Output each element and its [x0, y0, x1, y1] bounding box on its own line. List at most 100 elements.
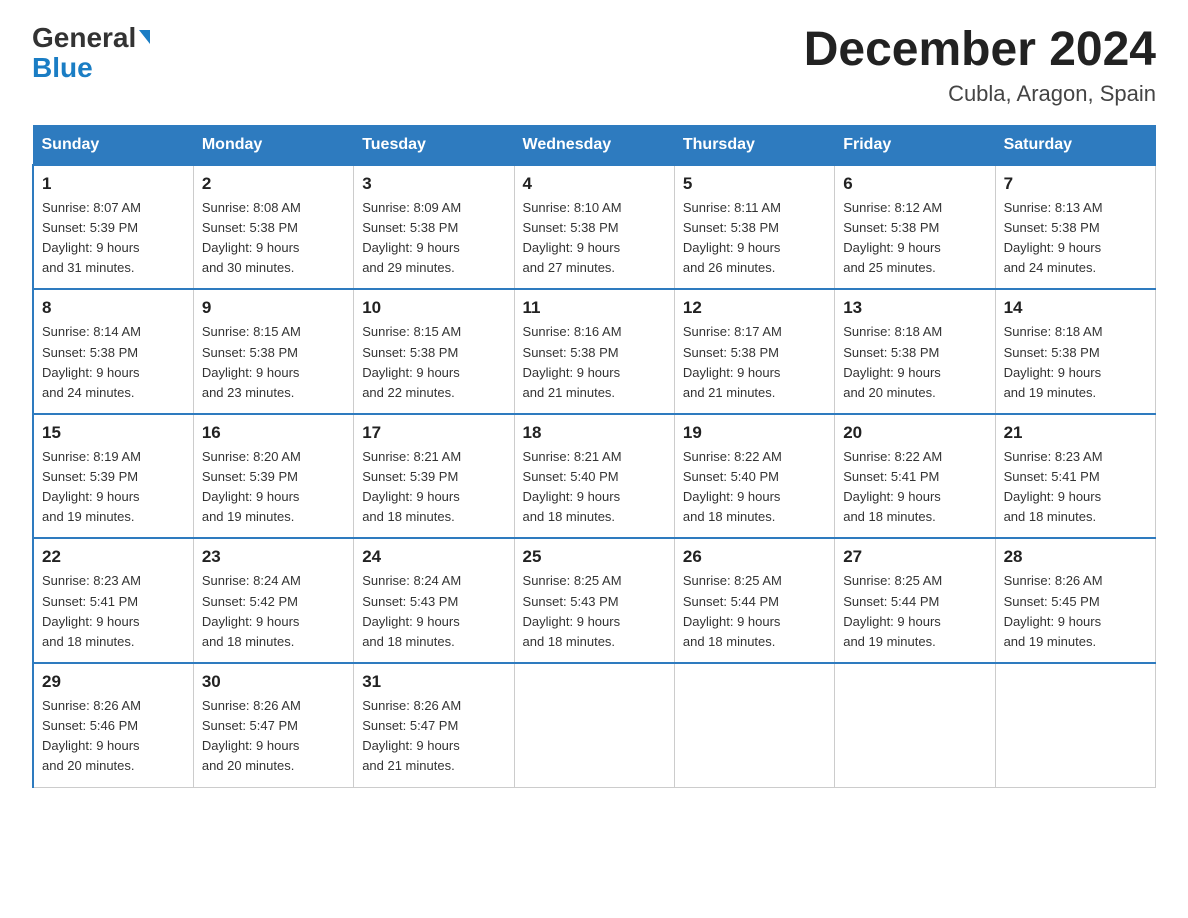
calendar-week-row: 15 Sunrise: 8:19 AMSunset: 5:39 PMDayligh… [33, 414, 1156, 539]
day-number: 6 [843, 174, 986, 194]
calendar-cell: 19 Sunrise: 8:22 AMSunset: 5:40 PMDayligh… [674, 414, 834, 539]
calendar-cell: 26Sunrise: 8:25 AMSunset: 5:44 PMDayligh… [674, 538, 834, 663]
day-number: 22 [42, 547, 185, 567]
calendar-week-row: 8 Sunrise: 8:14 AMSunset: 5:38 PMDaylight… [33, 289, 1156, 414]
calendar-cell: 22Sunrise: 8:23 AMSunset: 5:41 PMDayligh… [33, 538, 193, 663]
calendar-cell: 30 Sunrise: 8:26 AMSunset: 5:47 PMDayligh… [193, 663, 353, 787]
calendar-cell: 10 Sunrise: 8:15 AMSunset: 5:38 PMDayligh… [354, 289, 514, 414]
calendar-cell: 16Sunrise: 8:20 AMSunset: 5:39 PMDayligh… [193, 414, 353, 539]
calendar-cell: 5 Sunrise: 8:11 AMSunset: 5:38 PMDaylight… [674, 165, 834, 290]
day-info: Sunrise: 8:24 AMSunset: 5:43 PMDaylight:… [362, 571, 505, 652]
day-number: 10 [362, 298, 505, 318]
day-info: Sunrise: 8:12 AMSunset: 5:38 PMDaylight:… [843, 198, 986, 279]
calendar-cell [835, 663, 995, 787]
calendar-cell: 31 Sunrise: 8:26 AMSunset: 5:47 PMDayligh… [354, 663, 514, 787]
day-number: 17 [362, 423, 505, 443]
calendar-cell [514, 663, 674, 787]
day-number: 11 [523, 298, 666, 318]
calendar-cell: 11 Sunrise: 8:16 AMSunset: 5:38 PMDayligh… [514, 289, 674, 414]
page-header: General Blue December 2024 Cubla, Aragon… [32, 24, 1156, 107]
calendar-cell: 13 Sunrise: 8:18 AMSunset: 5:38 PMDayligh… [835, 289, 995, 414]
day-number: 31 [362, 672, 505, 692]
header-saturday: Saturday [995, 125, 1155, 165]
day-number: 2 [202, 174, 345, 194]
day-number: 25 [523, 547, 666, 567]
calendar-body: 1 Sunrise: 8:07 AMSunset: 5:39 PMDaylight… [33, 165, 1156, 787]
day-info: Sunrise: 8:10 AMSunset: 5:38 PMDaylight:… [523, 198, 666, 279]
day-number: 4 [523, 174, 666, 194]
calendar-cell: 12 Sunrise: 8:17 AMSunset: 5:38 PMDayligh… [674, 289, 834, 414]
day-number: 5 [683, 174, 826, 194]
calendar-week-row: 1 Sunrise: 8:07 AMSunset: 5:39 PMDaylight… [33, 165, 1156, 290]
calendar-table: Sunday Monday Tuesday Wednesday Thursday… [32, 125, 1156, 788]
calendar-cell: 8 Sunrise: 8:14 AMSunset: 5:38 PMDaylight… [33, 289, 193, 414]
calendar-cell: 7Sunrise: 8:13 AMSunset: 5:38 PMDaylight… [995, 165, 1155, 290]
calendar-cell: 29 Sunrise: 8:26 AMSunset: 5:46 PMDayligh… [33, 663, 193, 787]
day-info: Sunrise: 8:26 AMSunset: 5:47 PMDaylight:… [202, 696, 345, 777]
title-block: December 2024 Cubla, Aragon, Spain [804, 24, 1156, 107]
logo-general-text: General [32, 24, 136, 52]
calendar-cell: 4 Sunrise: 8:10 AMSunset: 5:38 PMDaylight… [514, 165, 674, 290]
calendar-cell: 17Sunrise: 8:21 AMSunset: 5:39 PMDayligh… [354, 414, 514, 539]
day-info: Sunrise: 8:11 AMSunset: 5:38 PMDaylight:… [683, 198, 826, 279]
calendar-cell: 3Sunrise: 8:09 AMSunset: 5:38 PMDaylight… [354, 165, 514, 290]
day-info: Sunrise: 8:23 AMSunset: 5:41 PMDaylight:… [1004, 447, 1147, 528]
day-info: Sunrise: 8:15 AMSunset: 5:38 PMDaylight:… [202, 322, 345, 403]
day-number: 21 [1004, 423, 1147, 443]
header-monday: Monday [193, 125, 353, 165]
calendar-cell: 14Sunrise: 8:18 AMSunset: 5:38 PMDayligh… [995, 289, 1155, 414]
day-info: Sunrise: 8:22 AMSunset: 5:41 PMDaylight:… [843, 447, 986, 528]
day-info: Sunrise: 8:22 AMSunset: 5:40 PMDaylight:… [683, 447, 826, 528]
header-friday: Friday [835, 125, 995, 165]
calendar-header: Sunday Monday Tuesday Wednesday Thursday… [33, 125, 1156, 165]
logo-blue-text: Blue [32, 52, 93, 83]
day-number: 1 [42, 174, 185, 194]
calendar-cell: 1 Sunrise: 8:07 AMSunset: 5:39 PMDaylight… [33, 165, 193, 290]
day-info: Sunrise: 8:18 AMSunset: 5:38 PMDaylight:… [843, 322, 986, 403]
day-number: 30 [202, 672, 345, 692]
day-number: 9 [202, 298, 345, 318]
day-number: 13 [843, 298, 986, 318]
calendar-cell: 18Sunrise: 8:21 AMSunset: 5:40 PMDayligh… [514, 414, 674, 539]
calendar-week-row: 22Sunrise: 8:23 AMSunset: 5:41 PMDayligh… [33, 538, 1156, 663]
day-info: Sunrise: 8:20 AMSunset: 5:39 PMDaylight:… [202, 447, 345, 528]
calendar-week-row: 29 Sunrise: 8:26 AMSunset: 5:46 PMDayligh… [33, 663, 1156, 787]
day-info: Sunrise: 8:08 AMSunset: 5:38 PMDaylight:… [202, 198, 345, 279]
calendar-cell: 27 Sunrise: 8:25 AMSunset: 5:44 PMDayligh… [835, 538, 995, 663]
day-info: Sunrise: 8:26 AMSunset: 5:47 PMDaylight:… [362, 696, 505, 777]
day-number: 26 [683, 547, 826, 567]
day-number: 7 [1004, 174, 1147, 194]
day-info: Sunrise: 8:19 AMSunset: 5:39 PMDaylight:… [42, 447, 185, 528]
calendar-cell: 21 Sunrise: 8:23 AMSunset: 5:41 PMDayligh… [995, 414, 1155, 539]
day-info: Sunrise: 8:26 AMSunset: 5:46 PMDaylight:… [42, 696, 185, 777]
day-info: Sunrise: 8:26 AMSunset: 5:45 PMDaylight:… [1004, 571, 1147, 652]
calendar-cell: 15 Sunrise: 8:19 AMSunset: 5:39 PMDayligh… [33, 414, 193, 539]
day-number: 27 [843, 547, 986, 567]
day-info: Sunrise: 8:17 AMSunset: 5:38 PMDaylight:… [683, 322, 826, 403]
day-number: 20 [843, 423, 986, 443]
calendar-cell: 25 Sunrise: 8:25 AMSunset: 5:43 PMDayligh… [514, 538, 674, 663]
day-info: Sunrise: 8:09 AMSunset: 5:38 PMDaylight:… [362, 198, 505, 279]
day-info: Sunrise: 8:25 AMSunset: 5:43 PMDaylight:… [523, 571, 666, 652]
day-info: Sunrise: 8:15 AMSunset: 5:38 PMDaylight:… [362, 322, 505, 403]
day-info: Sunrise: 8:25 AMSunset: 5:44 PMDaylight:… [843, 571, 986, 652]
day-number: 29 [42, 672, 185, 692]
calendar-cell: 20 Sunrise: 8:22 AMSunset: 5:41 PMDayligh… [835, 414, 995, 539]
calendar-cell: 2 Sunrise: 8:08 AMSunset: 5:38 PMDaylight… [193, 165, 353, 290]
day-number: 19 [683, 423, 826, 443]
day-info: Sunrise: 8:07 AMSunset: 5:39 PMDaylight:… [42, 198, 185, 279]
calendar-cell: 23Sunrise: 8:24 AMSunset: 5:42 PMDayligh… [193, 538, 353, 663]
header-sunday: Sunday [33, 125, 193, 165]
day-info: Sunrise: 8:18 AMSunset: 5:38 PMDaylight:… [1004, 322, 1147, 403]
header-row: Sunday Monday Tuesday Wednesday Thursday… [33, 125, 1156, 165]
day-number: 12 [683, 298, 826, 318]
header-tuesday: Tuesday [354, 125, 514, 165]
header-wednesday: Wednesday [514, 125, 674, 165]
header-thursday: Thursday [674, 125, 834, 165]
day-number: 15 [42, 423, 185, 443]
logo-chevron-icon [139, 30, 150, 44]
day-info: Sunrise: 8:14 AMSunset: 5:38 PMDaylight:… [42, 322, 185, 403]
day-number: 8 [42, 298, 185, 318]
calendar-cell: 9 Sunrise: 8:15 AMSunset: 5:38 PMDaylight… [193, 289, 353, 414]
day-info: Sunrise: 8:16 AMSunset: 5:38 PMDaylight:… [523, 322, 666, 403]
